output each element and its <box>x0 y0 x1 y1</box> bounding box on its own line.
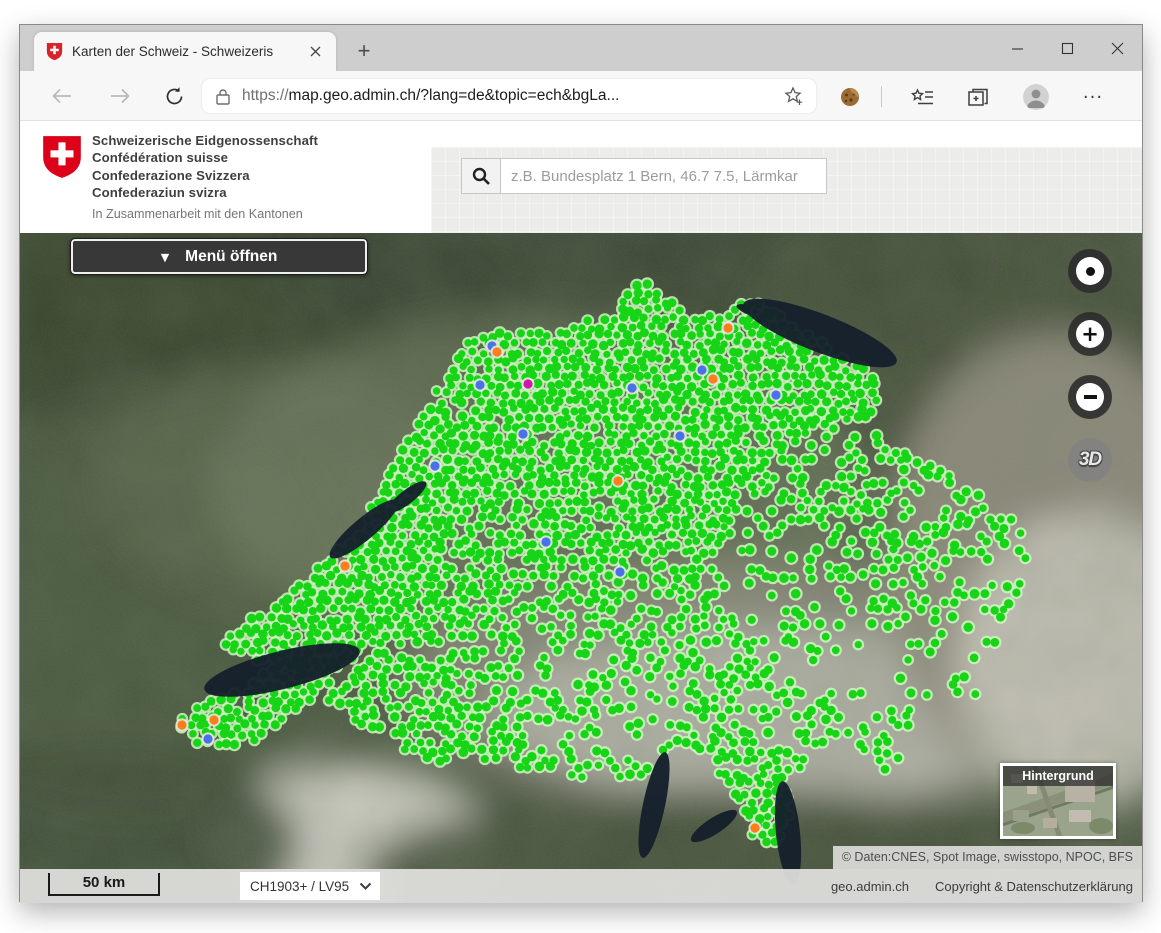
back-icon[interactable] <box>50 84 74 108</box>
map-attribution: © Daten:CNES, Spot Image, swisstopo, NPO… <box>833 846 1142 869</box>
open-menu-button[interactable]: ▼ Menü öffnen <box>70 238 368 275</box>
toggle-3d-button[interactable]: 3D <box>1068 438 1112 482</box>
tab-strip: Karten der Schweiz - Schweizeris + <box>20 25 1142 71</box>
geolocate-button[interactable] <box>1068 249 1112 293</box>
lock-icon <box>216 88 230 105</box>
toolbar-divider <box>881 86 882 107</box>
minimize-button[interactable] <box>992 30 1042 66</box>
swiss-shield-favicon <box>46 42 63 61</box>
chevron-down-icon <box>359 882 372 890</box>
3d-icon: 3D <box>1079 449 1101 471</box>
map-canvas[interactable]: ▼ Menü öffnen + 3D <box>20 233 1142 903</box>
browser-tab[interactable]: Karten der Schweiz - Schweizeris <box>34 32 336 71</box>
tab-title: Karten der Schweiz - Schweizeris <box>72 44 304 59</box>
favorite-star-icon[interactable] <box>784 86 804 106</box>
settings-more-icon[interactable]: ··· <box>1080 84 1106 110</box>
maximize-button[interactable] <box>1042 30 1092 66</box>
geoadmin-link[interactable]: geo.admin.ch <box>831 879 909 894</box>
profile-avatar[interactable] <box>1023 84 1049 110</box>
minus-icon <box>1084 395 1097 399</box>
collections-icon[interactable] <box>965 84 991 110</box>
projection-value: CH1903+ / LV95 <box>250 879 349 894</box>
logo-line-it: Confederazione Svizzera <box>92 167 318 184</box>
close-button[interactable] <box>1092 30 1142 66</box>
search-icon <box>472 167 491 186</box>
window-controls <box>992 25 1142 71</box>
search-zone <box>431 147 1142 233</box>
swiss-confederation-logo <box>41 134 83 180</box>
geolocate-icon <box>1086 267 1095 276</box>
logo-wordmark: Schweizerische Eidgenossenschaft Confédé… <box>92 132 318 201</box>
site-header: Schweizerische Eidgenossenschaft Confédé… <box>20 121 1142 233</box>
logo-line-rm: Confederaziun svizra <box>92 184 318 201</box>
logo-line-de: Schweizerische Eidgenossenschaft <box>92 132 318 149</box>
url-text: https://map.geo.admin.ch/?lang=de&topic=… <box>242 87 784 105</box>
search-button[interactable] <box>461 158 500 194</box>
layer-switcher-label: Hintergrund <box>1003 766 1113 786</box>
address-bar[interactable]: https://map.geo.admin.ch/?lang=de&topic=… <box>202 79 816 113</box>
browser-window: Karten der Schweiz - Schweizeris + <box>19 24 1143 902</box>
copyright-link[interactable]: Copyright & Datenschutzerklärung <box>935 879 1133 894</box>
favorites-bar-icon[interactable] <box>910 84 936 110</box>
cooperation-note: In Zusammenarbeit mit den Kantonen <box>92 207 303 221</box>
scale-bar: 50 km <box>48 873 160 896</box>
new-tab-button[interactable]: + <box>350 37 378 65</box>
browser-toolbar: https://map.geo.admin.ch/?lang=de&topic=… <box>20 71 1142 121</box>
footer-links: geo.admin.ch Copyright & Datenschutzerkl… <box>831 869 1133 903</box>
open-menu-label: Menü öffnen <box>185 248 277 266</box>
cookie-extension-icon[interactable] <box>837 84 863 110</box>
reload-icon[interactable] <box>162 84 186 108</box>
plus-icon: + <box>1076 320 1104 348</box>
logo-line-fr: Confédération suisse <box>92 149 318 166</box>
chevron-down-icon: ▼ <box>161 251 169 264</box>
forward-icon[interactable] <box>108 84 132 108</box>
zoom-out-button[interactable] <box>1068 375 1112 419</box>
zoom-in-button[interactable]: + <box>1068 312 1112 356</box>
background-layer-switcher[interactable]: Hintergrund <box>1000 763 1116 839</box>
map-image <box>20 233 1142 903</box>
map-footer-bar: 50 km CH1903+ / LV95 geo.admin.ch Copyri… <box>20 869 1142 903</box>
search-box <box>461 158 827 194</box>
tab-close-icon[interactable] <box>304 41 326 63</box>
projection-select[interactable]: CH1903+ / LV95 <box>240 872 380 900</box>
search-input[interactable] <box>500 158 827 194</box>
